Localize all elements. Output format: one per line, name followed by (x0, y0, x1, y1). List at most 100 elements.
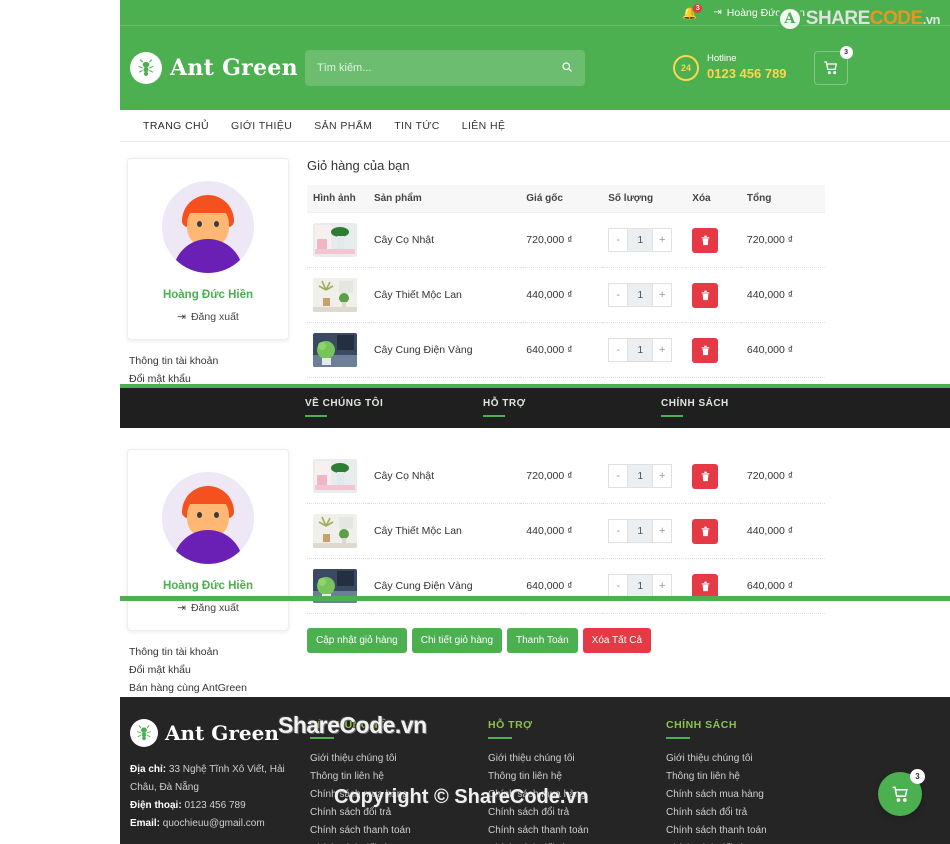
clear-cart-button[interactable]: Xóa Tất Cả (582, 628, 652, 653)
header-cart-button[interactable]: 3 (813, 46, 853, 85)
quantity-stepper[interactable]: - + (608, 228, 673, 252)
delete-row-button[interactable] (692, 463, 719, 489)
logout-button[interactable]: ⇥ Đăng xuất (138, 311, 278, 323)
footer-link[interactable]: Chính sách đối tác (488, 839, 666, 844)
qty-decrease-button[interactable]: - (608, 228, 629, 252)
watermark-code: CODE (869, 8, 923, 29)
footer-link[interactable]: Chính sách thanh toán (666, 821, 844, 839)
sidebar-item-account-info[interactable]: Thông tin tài khoản (129, 643, 289, 661)
table-row: Cây Cọ Nhật 720,000 ₫ - + (307, 449, 825, 504)
product-name[interactable]: Cây Cọ Nhật (367, 449, 521, 504)
qty-input[interactable] (628, 228, 653, 252)
quantity-stepper[interactable]: - + (608, 283, 673, 307)
quantity-stepper[interactable]: - + (608, 464, 673, 488)
footer-link[interactable]: Thông tin liên hệ (666, 767, 844, 785)
qty-increase-button[interactable]: + (652, 574, 673, 598)
sharecode-watermark-logo: A SHARECODE.vn (776, 6, 941, 32)
delete-row-button[interactable] (692, 518, 719, 544)
notification-bell[interactable]: 🔔 3 (682, 2, 704, 19)
sidebar-item-sell-with-antgreen[interactable]: Bán hàng cùng AntGreen (129, 679, 289, 697)
product-name[interactable]: Cây Thiết Mộc Lan (367, 267, 521, 323)
notification-badge: 3 (692, 2, 704, 14)
footer-link[interactable]: Thông tin liên hệ (310, 767, 488, 785)
footer-link[interactable]: Thông tin liên hệ (488, 767, 666, 785)
quantity-stepper[interactable]: - + (608, 519, 673, 543)
footer-link[interactable]: Chính sách mua hàng (666, 785, 844, 803)
search-icon[interactable] (561, 61, 573, 76)
footer-link[interactable]: Giới thiệu chúng tôi (488, 749, 666, 767)
nav-item-gioi-thieu[interactable]: GIỚI THIỆU (231, 120, 292, 132)
qty-decrease-button[interactable]: - (608, 574, 629, 598)
qty-increase-button[interactable]: + (652, 519, 673, 543)
qty-decrease-button[interactable]: - (608, 283, 629, 307)
footer-link[interactable]: Giới thiệu chúng tôi (310, 749, 488, 767)
footer-link[interactable]: Chính sách đổi trả (666, 803, 844, 821)
floating-cart-button[interactable]: 3 (878, 769, 925, 816)
qty-increase-button[interactable]: + (652, 464, 673, 488)
search-input[interactable] (305, 62, 585, 74)
cart-table: Cây Cọ Nhật 720,000 ₫ - + (307, 449, 825, 614)
qty-increase-button[interactable]: + (652, 338, 673, 362)
product-thumbnail[interactable] (313, 514, 357, 548)
qty-input[interactable] (628, 574, 653, 598)
footer-link[interactable]: Chính sách đối tác (310, 839, 488, 844)
product-thumbnail[interactable] (313, 333, 357, 367)
search-box[interactable] (305, 50, 585, 86)
table-row: Cây Thiết Mộc Lan 440,000 ₫ - + (307, 503, 825, 559)
qty-input[interactable] (628, 338, 653, 362)
nav-item-lien-he[interactable]: LIÊN HỆ (462, 120, 506, 132)
product-thumbnail[interactable] (313, 278, 357, 312)
qty-decrease-button[interactable]: - (608, 464, 629, 488)
logout-label: Đăng xuất (190, 602, 239, 614)
qty-increase-button[interactable]: + (652, 228, 673, 252)
quantity-stepper[interactable]: - + (608, 574, 673, 598)
product-name[interactable]: Cây Cung Điện Vàng (367, 558, 521, 614)
product-total: 440,000 ₫ (740, 503, 825, 559)
phone-icon: 24 (673, 54, 699, 81)
qty-input[interactable] (628, 464, 653, 488)
sidebar-item-change-password[interactable]: Đổi mật khẩu (129, 661, 289, 679)
delete-row-button[interactable] (692, 282, 719, 308)
cart-details-button[interactable]: Chi tiết giỏ hàng (411, 628, 503, 653)
sidebar-item-account-info[interactable]: Thông tin tài khoản (129, 352, 289, 370)
product-thumbnail[interactable] (313, 223, 357, 257)
update-cart-button[interactable]: Cập nhật giỏ hàng (307, 628, 407, 653)
footer-link[interactable]: Giới thiệu chúng tôi (666, 749, 844, 767)
product-price: 720,000 ₫ (520, 449, 603, 504)
product-thumbnail[interactable] (313, 459, 357, 493)
product-name[interactable]: Cây Cọ Nhật (367, 212, 521, 268)
nav-item-san-pham[interactable]: SẢN PHẨM (314, 120, 372, 132)
table-row: Cây Thiết Mộc Lan 440,000 ₫ - + (307, 267, 825, 323)
product-name[interactable]: Cây Thiết Mộc Lan (367, 503, 521, 559)
account-sidebar-duplicate: Hoàng Đức Hiền ⇥ Đăng xuất Thông tin tài… (127, 449, 289, 697)
delete-row-button[interactable] (692, 337, 719, 363)
login-icon: ⇥ (713, 7, 722, 18)
footer-link[interactable]: Chính sách thanh toán (310, 821, 488, 839)
cart-icon (892, 786, 908, 802)
qty-input[interactable] (628, 283, 653, 307)
site-logo[interactable]: Ant Green (130, 52, 305, 84)
overlay-footer-band: VỀ CHÚNG TÔI HỖ TRỢ CHÍNH SÁCH (120, 388, 950, 428)
product-price: 640,000 ₫ (520, 322, 603, 378)
footer-link[interactable]: Chính sách thanh toán (488, 821, 666, 839)
footer-link[interactable]: Chính sách đối tác (666, 839, 844, 844)
trash-icon (701, 290, 710, 300)
qty-increase-button[interactable]: + (652, 283, 673, 307)
delete-row-button[interactable] (692, 573, 719, 599)
checkout-button[interactable]: Thanh Toán (507, 628, 578, 653)
page-left-gutter (0, 0, 120, 844)
logout-button[interactable]: ⇥ Đăng xuất (138, 602, 278, 614)
nav-item-trang-chu[interactable]: TRANG CHỦ (143, 120, 209, 132)
nav-item-tin-tuc[interactable]: TIN TỨC (394, 120, 439, 132)
header-cart-badge: 3 (839, 46, 853, 59)
qty-input[interactable] (628, 519, 653, 543)
product-name[interactable]: Cây Cung Điện Vàng (367, 322, 521, 378)
hotline-block[interactable]: 24 Hotline 0123 456 789 (673, 53, 787, 82)
delete-row-button[interactable] (692, 227, 719, 253)
sidebar-links: Thông tin tài khoản Đổi mật khẩu Bán hàn… (127, 631, 289, 697)
qty-decrease-button[interactable]: - (608, 338, 629, 362)
quantity-stepper[interactable]: - + (608, 338, 673, 362)
overlay-col-support: HỖ TRỢ (483, 398, 661, 417)
qty-decrease-button[interactable]: - (608, 519, 629, 543)
table-row: Cây Cung Điện Vàng 640,000 ₫ - + (307, 322, 825, 378)
